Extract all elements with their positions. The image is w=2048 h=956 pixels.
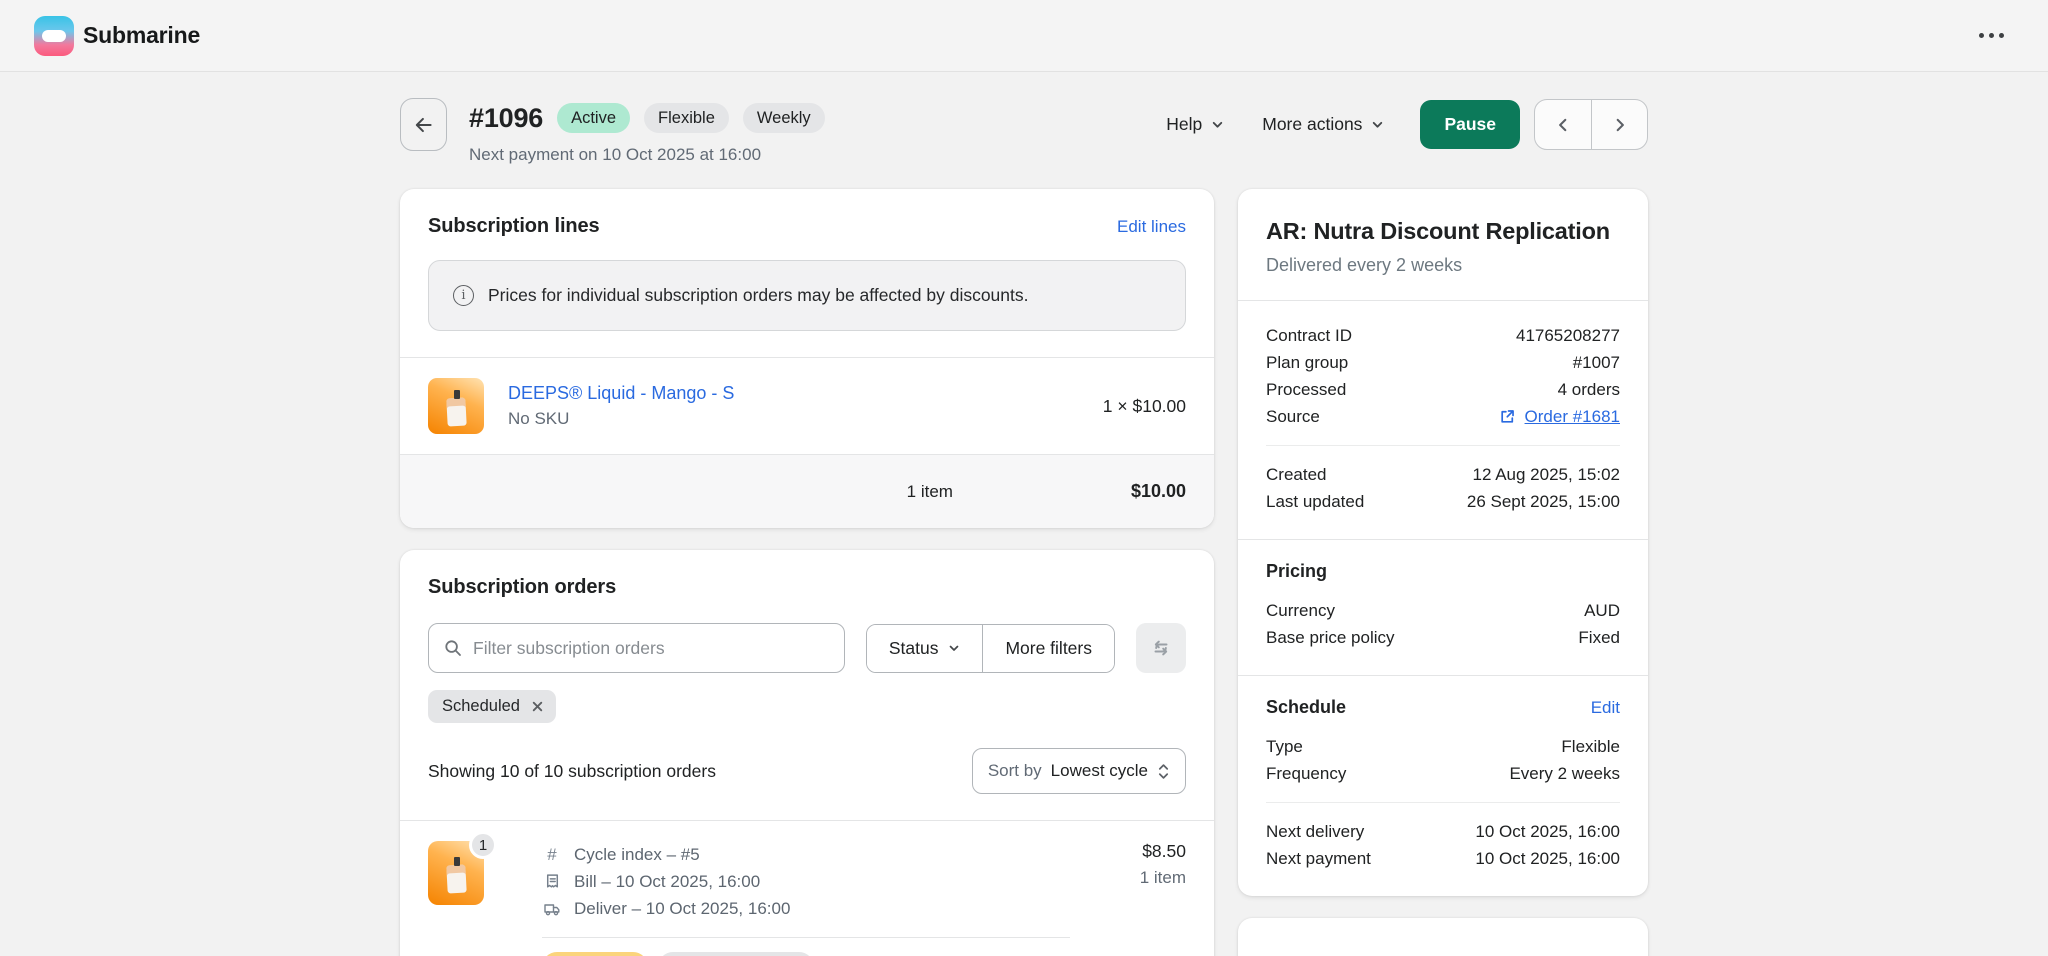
chevron-right-icon <box>1612 117 1628 133</box>
orders-filter-bar: Status More filters <box>400 599 1214 673</box>
line-quantity-price: 1 × $10.00 <box>1103 396 1186 417</box>
discounts-info-banner: i Prices for individual subscription ord… <box>428 260 1186 331</box>
x-icon <box>531 700 544 713</box>
filter-search-field <box>428 623 845 673</box>
order-price: $8.50 <box>1140 841 1186 862</box>
showing-text: Showing 10 of 10 subscription orders <box>428 761 716 782</box>
order-item-count-bubble: 1 <box>469 831 497 859</box>
applied-filters-row: Scheduled <box>400 673 1214 723</box>
receipt-icon <box>542 873 562 890</box>
contract-details-section: Contract ID 41765208277 Plan group #1007… <box>1238 300 1648 539</box>
status-filter-button[interactable]: Status <box>867 625 983 672</box>
contract-summary-card: AR: Nutra Discount Replication Delivered… <box>1238 189 1648 896</box>
page-subtitle: Next payment on 10 Oct 2025 at 16:00 <box>469 145 825 165</box>
subscription-lines-card: Subscription lines Edit lines i Prices f… <box>400 189 1214 528</box>
status-badge-weekly: Weekly <box>743 103 825 133</box>
chevron-down-icon <box>1211 118 1224 131</box>
swap-arrows-icon <box>1150 637 1172 659</box>
edit-lines-link[interactable]: Edit lines <box>1117 217 1186 237</box>
plan-group-link[interactable]: #1007 <box>1573 353 1620 373</box>
product-link[interactable]: DEEPS® Liquid - Mango - S <box>508 383 734 404</box>
subscription-orders-title: Subscription orders <box>400 576 1214 599</box>
pagination <box>1534 99 1648 150</box>
info-icon: i <box>453 285 474 306</box>
app-name: Submarine <box>83 22 200 49</box>
processed-row: Processed 4 orders <box>1266 376 1620 403</box>
app-logo: Submarine <box>34 16 200 56</box>
topbar: Submarine <box>0 0 2048 72</box>
chevron-down-icon <box>948 642 960 654</box>
next-button[interactable] <box>1591 100 1647 149</box>
schedule-title: Schedule <box>1266 697 1346 718</box>
more-filters-button[interactable]: More filters <box>982 625 1114 672</box>
filter-buttons-group: Status More filters <box>866 624 1115 673</box>
page-container: #1096 Active Flexible Weekly Next paymen… <box>400 72 1648 956</box>
chevron-down-icon <box>1371 118 1384 131</box>
page-title: #1096 <box>469 103 543 134</box>
last-updated-row: Last updated 26 Sept 2025, 15:00 <box>1266 488 1620 515</box>
pause-button[interactable]: Pause <box>1420 100 1520 149</box>
created-row: Created 12 Aug 2025, 15:02 <box>1266 461 1620 488</box>
status-badge-flexible: Flexible <box>644 103 729 133</box>
edit-schedule-link[interactable]: Edit <box>1591 698 1620 718</box>
submarine-app-icon <box>34 16 74 56</box>
header-actions: Help More actions Pause <box>1162 98 1648 151</box>
source-row: Source Order #1681 <box>1266 403 1620 430</box>
currency-row: Currency AUD <box>1266 597 1620 624</box>
overflow-menu-button[interactable] <box>1969 23 2014 48</box>
order-item-count: 1 item <box>1140 868 1186 888</box>
applied-filter-tag: Scheduled <box>428 690 556 723</box>
previous-button[interactable] <box>1535 100 1591 149</box>
contract-title: AR: Nutra Discount Replication <box>1266 216 1620 246</box>
source-order-link[interactable]: Order #1681 <box>1525 407 1620 427</box>
order-deliver-line: Deliver – 10 Oct 2025, 16:00 <box>542 895 1070 922</box>
product-thumbnail <box>428 378 484 434</box>
contract-subtitle: Delivered every 2 weeks <box>1266 255 1620 276</box>
remove-filter-button[interactable] <box>529 698 546 715</box>
plan-group-row: Plan group #1007 <box>1266 349 1620 376</box>
order-cycle-line: # Cycle index – #5 <box>542 841 1070 868</box>
back-button[interactable] <box>400 98 447 151</box>
chevron-left-icon <box>1555 117 1571 133</box>
orders-count-row: Showing 10 of 10 subscription orders Sor… <box>400 723 1214 794</box>
items-count: 1 item <box>907 482 953 502</box>
up-down-chevrons-icon <box>1157 763 1170 780</box>
hash-icon: # <box>542 845 562 865</box>
order-list-item[interactable]: 1 # Cycle index – #5 <box>400 821 1214 956</box>
product-sku: No SKU <box>508 409 734 429</box>
search-icon <box>443 638 463 658</box>
subscription-orders-card: Subscription orders Status <box>400 550 1214 956</box>
next-payment-row: Next payment 10 Oct 2025, 16:00 <box>1266 845 1620 872</box>
lines-summary-footer: 1 item $10.00 <box>400 454 1214 528</box>
base-price-policy-row: Base price policy Fixed <box>1266 624 1620 651</box>
reset-filters-button[interactable] <box>1136 623 1186 673</box>
next-delivery-row: Next delivery 10 Oct 2025, 16:00 <box>1266 818 1620 845</box>
contract-id-row: Contract ID 41765208277 <box>1266 322 1620 349</box>
order-status-badge-scheduled: Scheduled <box>542 952 648 956</box>
external-link-icon <box>1499 408 1516 425</box>
pricing-title: Pricing <box>1266 561 1327 582</box>
lines-total: $10.00 <box>1131 481 1186 502</box>
status-badge-active: Active <box>557 103 630 133</box>
pricing-section: Pricing Currency AUD Base price policy F… <box>1238 539 1648 675</box>
next-card-partial <box>1238 918 1648 956</box>
schedule-type-row: Type Flexible <box>1266 733 1620 760</box>
sort-select[interactable]: Sort by Lowest cycle <box>972 748 1186 794</box>
frequency-row: Frequency Every 2 weeks <box>1266 760 1620 787</box>
more-actions-menu-button[interactable]: More actions <box>1258 108 1388 141</box>
schedule-section: Schedule Edit Type Flexible Frequency Ev… <box>1238 675 1648 896</box>
order-status-badge-payment-pending: Payment pending <box>658 952 814 956</box>
banner-text: Prices for individual subscription order… <box>488 285 1029 306</box>
page-header: #1096 Active Flexible Weekly Next paymen… <box>400 98 1648 165</box>
help-menu-button[interactable]: Help <box>1162 108 1228 141</box>
filter-search-input[interactable] <box>473 638 830 659</box>
arrow-left-icon <box>413 114 435 136</box>
truck-icon <box>542 900 562 918</box>
subscription-lines-title: Subscription lines <box>428 215 600 238</box>
order-bill-line: Bill – 10 Oct 2025, 16:00 <box>542 868 1070 895</box>
line-item-row: DEEPS® Liquid - Mango - S No SKU 1 × $10… <box>400 357 1214 454</box>
